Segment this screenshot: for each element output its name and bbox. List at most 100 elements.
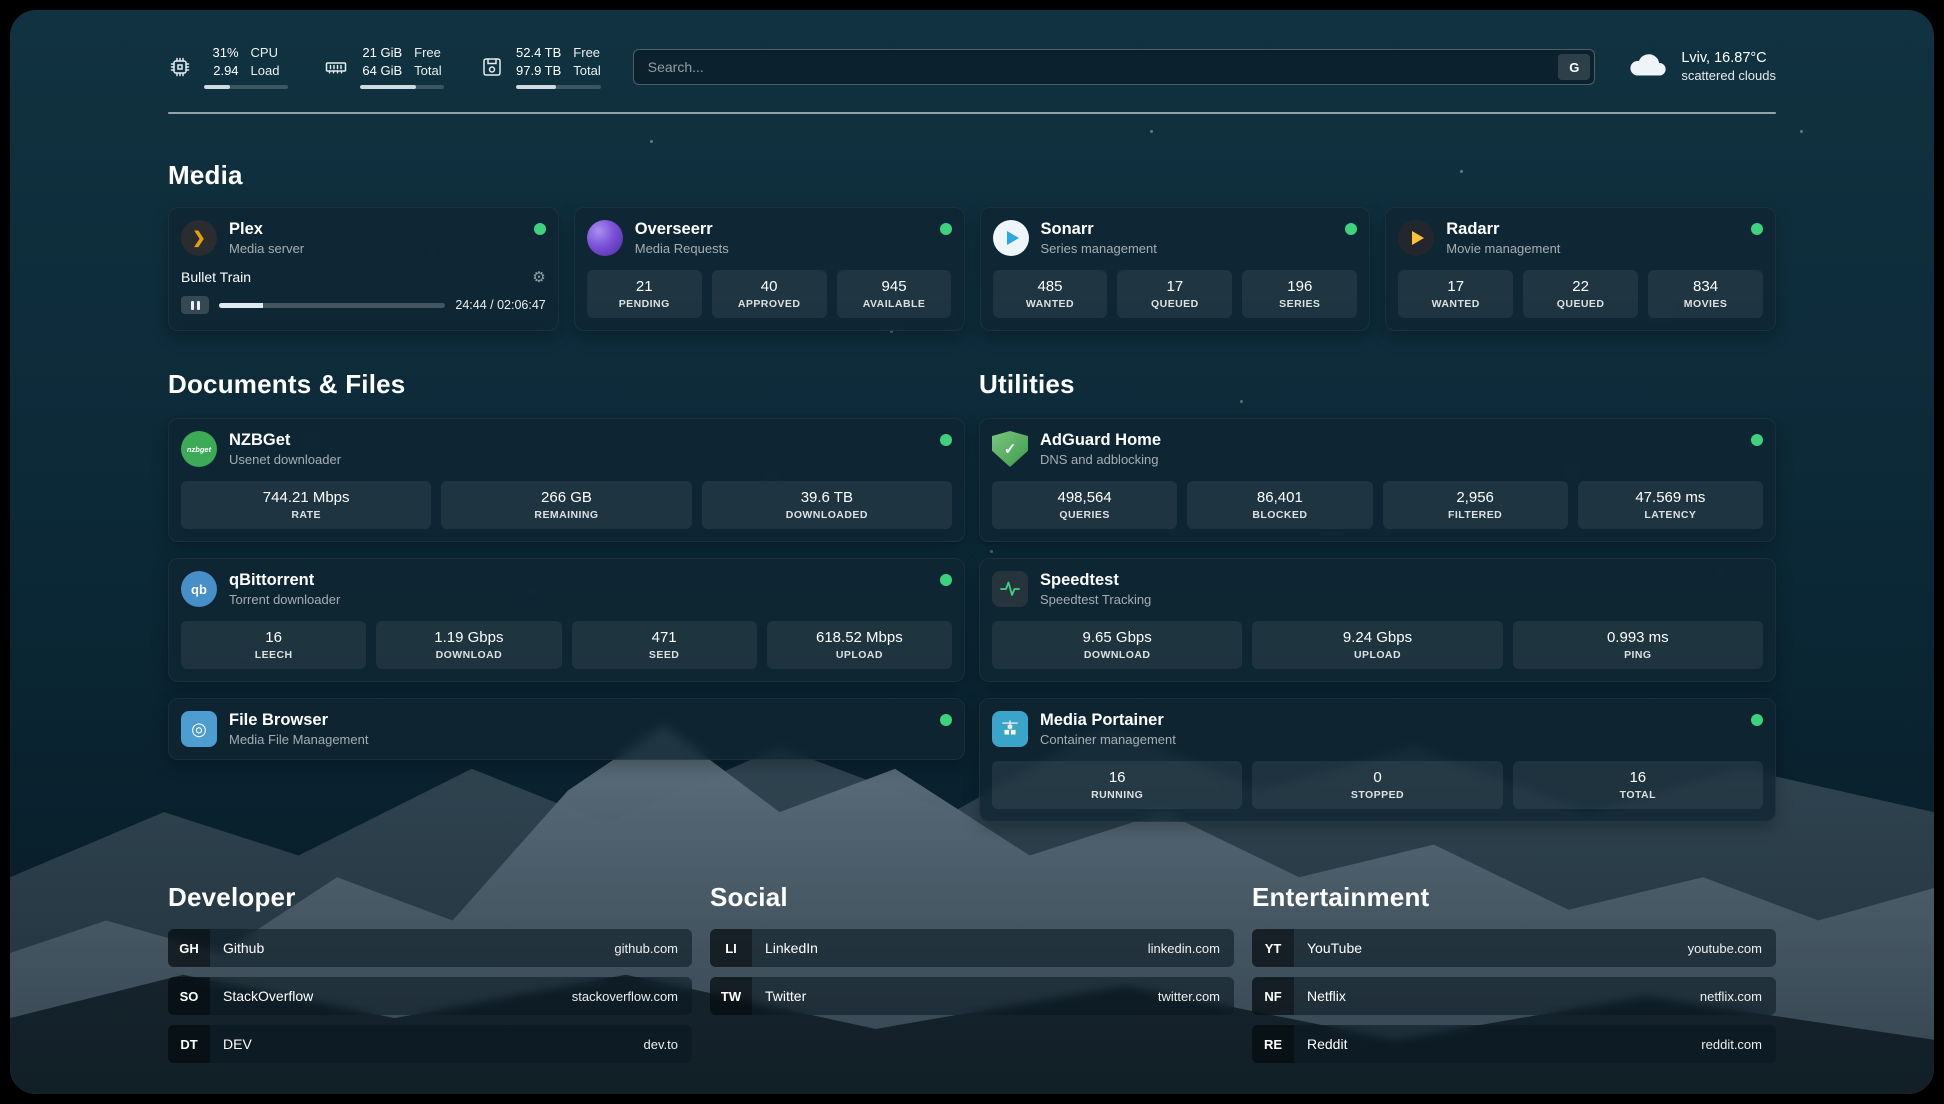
app-subtitle: Media File Management xyxy=(229,732,368,747)
bookmarks-social: Social LI LinkedIn linkedin.com TW Twitt… xyxy=(710,882,1234,1015)
disk-icon xyxy=(480,55,504,79)
bookmark-dev[interactable]: DT DEV dev.to xyxy=(168,1025,692,1063)
stat-tile: 39.6 TB DOWNLOADED xyxy=(702,481,952,529)
qbittorrent-icon: qb xyxy=(181,571,217,607)
bookmark-github[interactable]: GH Github github.com xyxy=(168,929,692,967)
search-engine-button[interactable]: G xyxy=(1558,54,1590,80)
bookmark-name: YouTube xyxy=(1307,940,1362,956)
stat-tile: 196 SERIES xyxy=(1242,270,1357,318)
adguard-shield-icon: ✓ xyxy=(992,431,1028,467)
app-subtitle: Container management xyxy=(1040,732,1176,747)
app-card-overseerr[interactable]: Overseerr Media Requests 21 PENDING 40 A… xyxy=(574,207,965,331)
playback-progress-bar[interactable] xyxy=(219,303,445,308)
stat-tile: 744.21 Mbps RATE xyxy=(181,481,431,529)
stat-tile: 40 APPROVED xyxy=(712,270,827,318)
documents-column: Documents & Files nzbget NZBGet Usenet d… xyxy=(168,369,965,760)
app-card-sonarr[interactable]: Sonarr Series management 485 WANTED 17 Q… xyxy=(980,207,1371,331)
ram-usage-bar xyxy=(360,85,444,89)
status-dot xyxy=(940,434,952,446)
section-title-developer: Developer xyxy=(168,882,692,913)
stat-tile: 17 QUEUED xyxy=(1117,270,1232,318)
status-dot xyxy=(1751,714,1763,726)
stat-tile: 0.993 ms PING xyxy=(1513,621,1763,669)
gear-icon[interactable]: ⚙ xyxy=(532,268,545,286)
pause-button[interactable] xyxy=(181,296,209,314)
app-name: AdGuard Home xyxy=(1040,431,1161,450)
disk-widget: 52.4 TB Free 97.9 TB Total xyxy=(480,45,601,89)
search-input[interactable] xyxy=(633,49,1596,85)
app-name: NZBGet xyxy=(229,431,341,450)
status-dot xyxy=(1751,434,1763,446)
bookmark-name: Reddit xyxy=(1307,1036,1347,1052)
app-subtitle: DNS and adblocking xyxy=(1040,452,1161,467)
search-bar: G xyxy=(633,49,1596,85)
portainer-icon xyxy=(992,711,1028,747)
ram-free-label: Free xyxy=(414,45,444,60)
stat-tile: 86,401 BLOCKED xyxy=(1187,481,1372,529)
app-name: Media Portainer xyxy=(1040,711,1176,730)
app-card-speedtest[interactable]: Speedtest Speedtest Tracking 9.65 Gbps D… xyxy=(979,558,1776,682)
ram-widget: 21 GiB Free 64 GiB Total xyxy=(324,45,444,89)
stat-tile: 618.52 Mbps UPLOAD xyxy=(767,621,952,669)
stat-tile: 17 WANTED xyxy=(1398,270,1513,318)
app-name: File Browser xyxy=(229,711,368,730)
bookmark-badge: RE xyxy=(1252,1025,1294,1063)
cpu-load-label: Load xyxy=(251,63,288,78)
section-title-entertainment: Entertainment xyxy=(1252,882,1776,913)
status-dot xyxy=(940,714,952,726)
app-card-nzbget[interactable]: nzbget NZBGet Usenet downloader 744.21 M… xyxy=(168,418,965,542)
stat-tile: 16 RUNNING xyxy=(992,761,1242,809)
cpu-load-value: 2.94 xyxy=(204,63,239,78)
ram-total-label: Total xyxy=(414,63,444,78)
disk-total-value: 97.9 TB xyxy=(516,63,561,78)
app-card-qbittorrent[interactable]: qb qBittorrent Torrent downloader 16 LEE… xyxy=(168,558,965,682)
bookmark-netflix[interactable]: NF Netflix netflix.com xyxy=(1252,977,1776,1015)
stat-tile: 498,564 QUERIES xyxy=(992,481,1177,529)
bookmarks-entertainment: Entertainment YT YouTube youtube.com NF … xyxy=(1252,882,1776,1063)
app-card-filebrowser[interactable]: ◎ File Browser Media File Management xyxy=(168,698,965,760)
sonarr-icon xyxy=(993,220,1029,256)
bookmark-url: stackoverflow.com xyxy=(572,989,678,1004)
nzbget-icon: nzbget xyxy=(181,431,217,467)
disk-usage-bar xyxy=(516,85,601,89)
bookmark-youtube[interactable]: YT YouTube youtube.com xyxy=(1252,929,1776,967)
bookmarks-area: Developer GH Github github.com SO StackO… xyxy=(168,882,1776,1063)
app-card-adguard[interactable]: ✓ AdGuard Home DNS and adblocking 498,56… xyxy=(979,418,1776,542)
bookmark-linkedin[interactable]: LI LinkedIn linkedin.com xyxy=(710,929,1234,967)
bookmark-name: Netflix xyxy=(1307,988,1346,1004)
bookmark-url: reddit.com xyxy=(1701,1037,1762,1052)
dashboard-content: 31% CPU 2.94 Load 21 xyxy=(10,10,1934,1094)
bookmark-twitter[interactable]: TW Twitter twitter.com xyxy=(710,977,1234,1015)
section-title-media: Media xyxy=(168,160,1776,191)
cpu-usage-value: 31% xyxy=(204,45,239,60)
app-subtitle: Usenet downloader xyxy=(229,452,341,467)
stat-tile: 9.24 Gbps UPLOAD xyxy=(1252,621,1502,669)
stat-tile: 834 MOVIES xyxy=(1648,270,1763,318)
bookmark-badge: DT xyxy=(168,1025,210,1063)
stat-tile: 16 TOTAL xyxy=(1513,761,1763,809)
app-name: qBittorrent xyxy=(229,571,340,590)
bookmark-reddit[interactable]: RE Reddit reddit.com xyxy=(1252,1025,1776,1063)
app-card-plex[interactable]: ❯ Plex Media server Bullet Train ⚙ xyxy=(168,207,559,331)
stat-tile: 47.569 ms LATENCY xyxy=(1578,481,1763,529)
speedtest-icon xyxy=(992,571,1028,607)
section-title-documents: Documents & Files xyxy=(168,369,965,400)
weather-condition: scattered clouds xyxy=(1681,68,1776,85)
bookmark-stackoverflow[interactable]: SO StackOverflow stackoverflow.com xyxy=(168,977,692,1015)
ram-total-value: 64 GiB xyxy=(360,63,402,78)
filebrowser-icon: ◎ xyxy=(181,711,217,747)
app-card-portainer[interactable]: Media Portainer Container management 16 … xyxy=(979,698,1776,822)
bookmarks-developer: Developer GH Github github.com SO StackO… xyxy=(168,882,692,1063)
stat-tile: 16 LEECH xyxy=(181,621,366,669)
weather-widget: Lviv, 16.87°C scattered clouds xyxy=(1627,49,1776,85)
now-playing-title: Bullet Train xyxy=(181,269,251,285)
app-card-radarr[interactable]: Radarr Movie management 17 WANTED 22 QUE… xyxy=(1385,207,1776,331)
bookmark-badge: NF xyxy=(1252,977,1294,1015)
disk-free-value: 52.4 TB xyxy=(516,45,561,60)
bookmark-badge: YT xyxy=(1252,929,1294,967)
app-name: Sonarr xyxy=(1041,220,1157,239)
memory-icon xyxy=(324,55,348,79)
radarr-icon xyxy=(1398,220,1434,256)
bookmark-badge: TW xyxy=(710,977,752,1015)
app-subtitle: Speedtest Tracking xyxy=(1040,592,1151,607)
